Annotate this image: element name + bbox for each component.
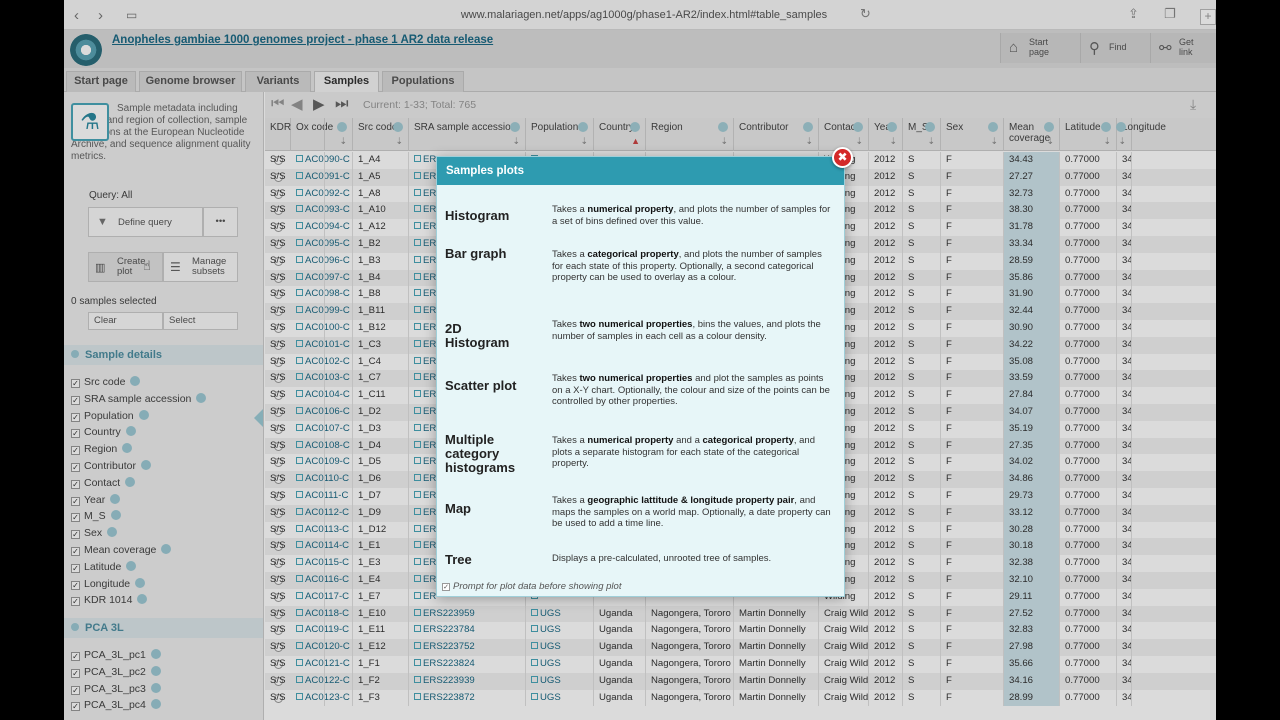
prompt-label: Prompt for plot data before showing plot (453, 581, 622, 592)
prompt-checkbox[interactable]: ✓ Prompt for plot data before showing plo… (442, 581, 621, 592)
checkbox-icon: ✓ (442, 583, 450, 591)
plot-type-scatter-plot[interactable]: Scatter plot (445, 379, 525, 393)
plot-type-description: Takes a numerical property and a categor… (552, 435, 815, 470)
samples-plots-dialog: Samples plots Histogram Takes a numerical… (436, 156, 845, 597)
plot-type-histogram[interactable]: Histogram (445, 209, 537, 223)
plot-type-map[interactable]: Map (445, 502, 537, 516)
plot-type-description: Takes a geographic lattitude & longitude… (552, 495, 831, 530)
plot-type-description: Takes a numerical property, and plots th… (552, 204, 831, 227)
plot-type-description: Displays a pre-calculated, unrooted tree… (552, 553, 772, 564)
plot-type-description: Takes two numerical properties and plot … (552, 373, 830, 408)
plot-type-description: Takes a categorical property, and plots … (552, 249, 822, 284)
mouse-pointer-icon: ☝ (143, 258, 151, 273)
close-dialog-button[interactable]: ✖ (832, 147, 853, 168)
screen: ‹ › ▭ www.malariagen.net/apps/ag1000g/ph… (64, 0, 1216, 720)
plot-type-bar-graph[interactable]: Bar graph (445, 247, 537, 261)
plot-type-2d-histogram[interactable]: 2D Histogram (445, 322, 525, 350)
plot-type-description: Takes two numerical properties, bins the… (552, 319, 821, 342)
plot-type-multiple-category-histograms[interactable]: Multiple category histograms (445, 433, 537, 475)
plot-type-tree[interactable]: Tree (445, 553, 537, 567)
dialog-title: Samples plots (437, 157, 844, 185)
